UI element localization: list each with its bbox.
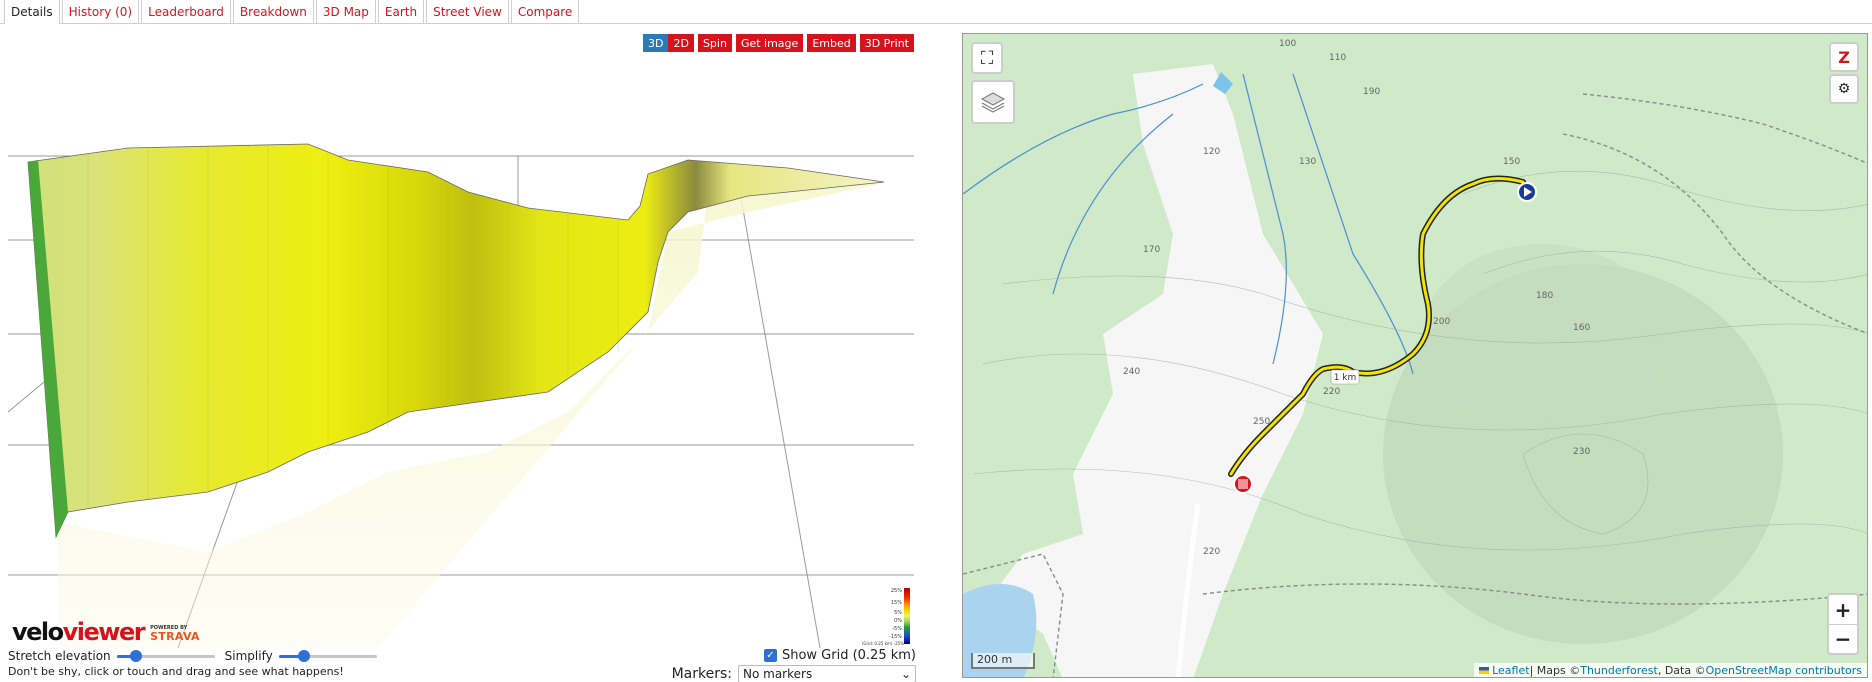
svg-text:180: 180 — [1536, 291, 1553, 301]
drag-hint: Don't be shy, click or touch and drag an… — [8, 665, 344, 678]
legend-label: 15% — [890, 600, 902, 606]
svg-text:130: 130 — [1299, 157, 1316, 167]
simplify-slider[interactable] — [278, 650, 377, 662]
legend-label: 0% — [894, 618, 902, 624]
legend-label: 5% — [894, 610, 902, 616]
legend-grid-note: (Grid: 0.25 km) -25% — [861, 641, 904, 646]
stretch-elevation-slider[interactable] — [116, 650, 215, 662]
svg-text:220: 220 — [1203, 547, 1220, 557]
legend-label: -5% — [892, 626, 902, 632]
gear-icon: ⚙ — [1837, 81, 1851, 97]
svg-text:120: 120 — [1203, 147, 1220, 157]
scale-bar: 200 m — [971, 653, 1035, 669]
chevron-down-icon: ⌄ — [900, 667, 911, 681]
markers-label: Markers: — [671, 666, 732, 682]
svg-text:110: 110 — [1329, 53, 1346, 63]
zoom-control: + − — [1827, 593, 1859, 655]
powered-by-strava: POWERED BY STRAVA — [150, 625, 200, 643]
thunderforest-link[interactable]: Thunderforest — [1580, 664, 1658, 677]
fullscreen-button[interactable]: ⛶ — [971, 42, 1003, 74]
svg-text:200: 200 — [1433, 317, 1450, 327]
show-grid-label: Show Grid (0.25 km) — [781, 648, 916, 663]
tab-details[interactable]: Details — [4, 0, 60, 24]
checkmark-icon[interactable]: ✓ — [763, 649, 777, 662]
elevation-3d-canvas[interactable] — [8, 32, 916, 648]
svg-text:240: 240 — [1123, 367, 1140, 377]
osm-link[interactable]: OpenStreetMap contributors — [1706, 664, 1862, 677]
stretch-elevation-label: Stretch elevation — [8, 649, 111, 663]
svg-text:250: 250 — [1253, 417, 1270, 427]
tab-breakdown[interactable]: Breakdown — [232, 0, 314, 23]
svg-text:190: 190 — [1363, 87, 1380, 97]
tab-history[interactable]: History (0) — [61, 0, 140, 23]
svg-text:100: 100 — [1279, 39, 1296, 49]
layers-icon — [980, 92, 1006, 113]
strava-z-button[interactable]: Z — [1829, 42, 1859, 72]
elevation-3d-viewer[interactable]: 3D 2D Spin Get image Embed 3D Print 25% … — [8, 32, 916, 648]
tab-leaderboard[interactable]: Leaderboard — [141, 0, 231, 23]
svg-text:230: 230 — [1573, 447, 1590, 457]
spin-button[interactable]: Spin — [697, 34, 732, 52]
markers-control: Markers: No markers ⌄ — [672, 665, 916, 682]
tab-compare[interactable]: Compare — [510, 0, 580, 23]
svg-text:170: 170 — [1143, 245, 1160, 255]
veloviewer-logo: veloviewer POWERED BY STRAVA — [12, 620, 200, 644]
route-map[interactable]: 1 km 100 110 120 130 150 160 170 180 190… — [962, 33, 1868, 678]
view-3d-button[interactable]: 3D — [643, 34, 669, 52]
zoom-in-button[interactable]: + — [1829, 595, 1857, 624]
tab-3d-map[interactable]: 3D Map — [315, 0, 376, 23]
svg-text:220: 220 — [1323, 387, 1340, 397]
gradient-legend: 25% 15% 5% 0% -5% -15% (Grid: 0.25 km) -… — [844, 586, 914, 646]
svg-text:160: 160 — [1573, 323, 1590, 333]
view-mode-toggle: 3D 2D — [643, 34, 694, 52]
legend-label: 25% — [890, 588, 902, 594]
attribution-text: | Maps © — [1529, 663, 1581, 677]
zoom-out-button[interactable]: − — [1829, 624, 1857, 653]
hill-shading — [1423, 244, 1663, 424]
map-tiles[interactable]: 1 km 100 110 120 130 150 160 170 180 190… — [963, 34, 1868, 678]
gradient-legend-bar — [904, 588, 910, 644]
simplify-label: Simplify — [224, 649, 273, 663]
markers-select-value: No markers — [743, 667, 813, 681]
map-settings-button[interactable]: ⚙ — [1829, 74, 1859, 104]
legend-label: -15% — [889, 634, 902, 640]
show-grid-toggle[interactable]: ✓ Show Grid (0.25 km) — [763, 648, 916, 663]
ukraine-flag-icon — [1479, 666, 1490, 674]
tab-bar: Details History (0) Leaderboard Breakdow… — [0, 0, 1872, 24]
embed-button[interactable]: Embed — [807, 34, 856, 52]
layers-button[interactable] — [971, 80, 1015, 124]
tab-street-view[interactable]: Street View — [426, 0, 509, 23]
viewer-controls: Stretch elevation Simplify Don't be shy,… — [8, 648, 916, 682]
veloviewer-wordmark: veloviewer — [12, 618, 146, 646]
get-image-button[interactable]: Get image — [735, 34, 804, 52]
tab-earth[interactable]: Earth — [377, 0, 425, 23]
zwift-z-icon: Z — [1838, 47, 1850, 67]
attribution-text: , Data © — [1657, 663, 1706, 677]
markers-select[interactable]: No markers ⌄ — [738, 665, 916, 682]
km-marker-label: 1 km — [1334, 373, 1357, 383]
map-attribution: Leaflet | Maps © Thunderforest , Data © … — [1474, 663, 1867, 677]
checkered-flag-icon — [1238, 479, 1248, 489]
3d-print-button[interactable]: 3D Print — [859, 34, 914, 52]
map-clearing — [993, 64, 1323, 677]
view-2d-button[interactable]: 2D — [668, 34, 694, 52]
viewer-toolbar: 3D 2D Spin Get image Embed 3D Print — [643, 34, 914, 52]
fullscreen-icon: ⛶ — [980, 47, 994, 69]
leaflet-link[interactable]: Leaflet — [1492, 664, 1529, 677]
svg-text:150: 150 — [1503, 157, 1520, 167]
